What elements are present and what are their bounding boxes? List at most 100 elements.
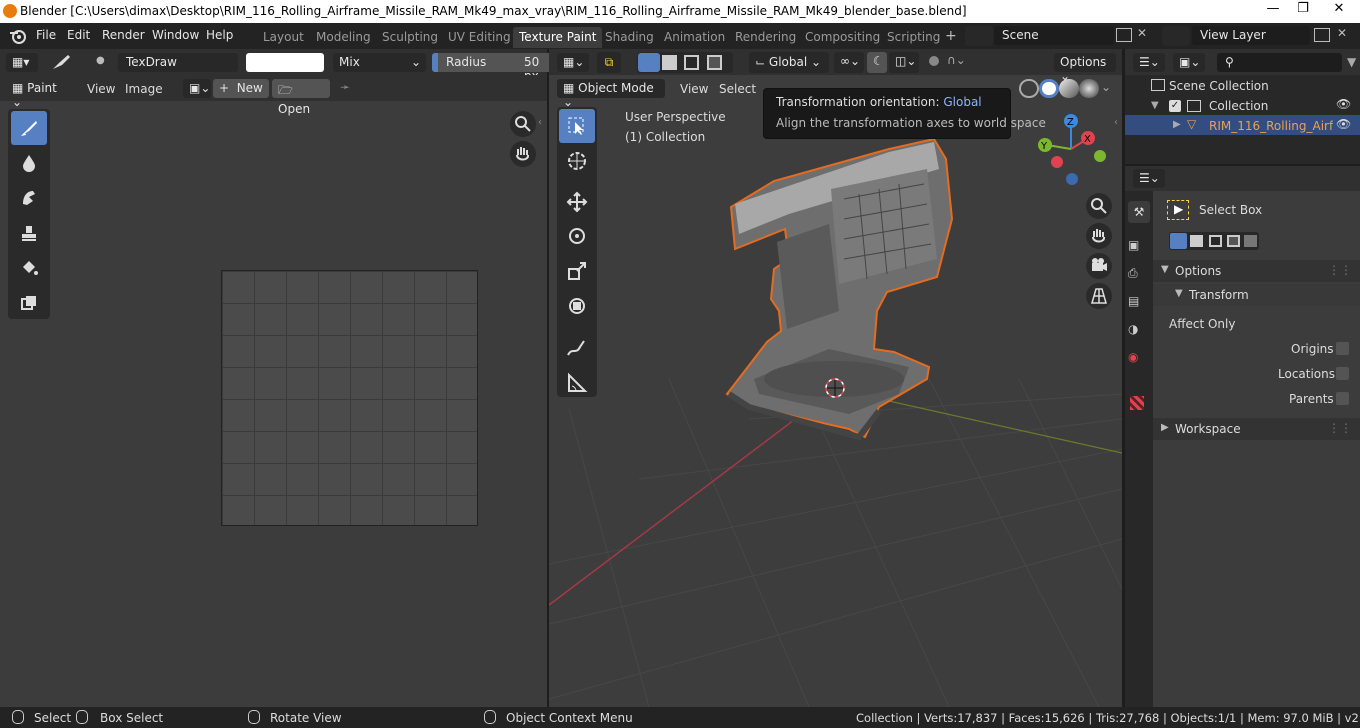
mode-new-icon[interactable] [1170,233,1187,249]
locations-checkbox[interactable] [1336,367,1349,380]
move-tool-icon[interactable] [559,185,595,219]
select-tool-header-icon[interactable]: ⧉ [597,52,621,73]
blender-menu-icon[interactable] [8,27,28,45]
mode-extend-icon[interactable] [1190,235,1203,247]
viewport-select-menu[interactable]: Select [719,82,756,96]
tab-scripting[interactable]: Scripting [881,27,946,48]
tab-texture-paint[interactable]: Texture Paint [513,27,603,48]
options-panel-header[interactable]: ▼ Options ⋮⋮ [1153,260,1360,282]
perspective-toggle-icon[interactable] [1086,283,1112,309]
select-mode-extend-icon[interactable] [662,55,677,70]
falloff-icon[interactable]: ∩⌄ [947,53,966,67]
pivot-point-icon[interactable]: ∞⌄ [834,52,864,73]
tab-animation[interactable]: Animation [658,27,731,48]
clone-tool-icon[interactable] [11,216,47,250]
add-workspace-icon[interactable]: + [945,28,957,44]
origins-checkbox[interactable] [1336,342,1349,355]
render-tab-icon[interactable]: ▣ [1128,238,1139,252]
tab-compositing[interactable]: Compositing [799,27,886,48]
tab-rendering[interactable]: Rendering [729,27,802,48]
tab-layout[interactable]: Layout [257,27,310,48]
tab-uv-editing[interactable]: UV Editing [442,27,517,48]
proportional-edit-icon[interactable] [929,56,939,66]
smear-tool-icon[interactable] [11,181,47,215]
3d-viewport[interactable]: ▦⌄ ⧉ ⌙ Global ⌄ ∞⌄ ☾ ◫⌄ ∩⌄ Options ⌄ ▦ O… [549,49,1122,707]
open-image-button[interactable]: 🗁 Open [272,79,330,116]
tab-modeling[interactable]: Modeling [310,27,377,48]
brush-color-swatch[interactable] [246,53,324,72]
orientation-dropdown[interactable]: ⌙ Global ⌄ [749,52,829,73]
viewport-pan-icon[interactable] [1086,223,1112,249]
menu-edit[interactable]: Edit [67,28,90,42]
menu-file[interactable]: File [36,28,56,42]
annotate-tool-icon[interactable] [559,331,595,365]
viewport-zoom-icon[interactable] [1086,193,1112,219]
collection-label[interactable]: Collection [1209,99,1268,113]
draw-tool-icon[interactable] [11,111,47,145]
paint-menu[interactable]: ▦ Paint ⌄ [6,79,72,109]
new-view-layer-icon[interactable] [1314,28,1330,42]
world-tab-icon[interactable]: ◉ [1128,350,1138,364]
viewport-sidebar-toggle-icon[interactable]: ‹ [1114,117,1118,128]
brush-name-field[interactable]: TexDraw [118,53,238,72]
texture-tab-icon[interactable] [1130,396,1144,410]
snap-target-icon[interactable]: ◫⌄ [889,52,919,73]
tab-shading[interactable]: Shading [599,27,660,48]
new-scene-icon[interactable] [1116,28,1132,42]
camera-view-icon[interactable] [1086,253,1112,279]
scene-browse-icon[interactable] [965,26,993,46]
outliner-editor-type-icon[interactable]: ☰⌄ [1133,53,1165,72]
scene-tab-icon[interactable]: ◑ [1128,322,1138,336]
workspace-drag-handle-icon[interactable]: ⋮⋮ [1328,421,1352,435]
wireframe-shading-icon[interactable] [1019,79,1039,98]
output-tab-icon[interactable]: ⎙ [1128,266,1138,281]
soften-tool-icon[interactable] [11,146,47,180]
drag-handle-icon[interactable]: ⋮⋮ [1328,263,1352,277]
view-menu[interactable]: View [87,82,115,96]
parents-checkbox[interactable] [1336,392,1349,405]
select-mode-invert-icon[interactable] [707,55,722,70]
radius-slider[interactable]: Radius50 px [432,53,552,83]
editor-type-icon[interactable]: ▦▾ [6,53,38,72]
object-label[interactable]: RIM_116_Rolling_Airfran [1209,119,1333,133]
outliner-search-input[interactable]: ⚲ [1217,53,1342,72]
snap-toggle-icon[interactable]: ☾ [867,52,887,73]
mode-intersect-icon[interactable] [1244,235,1257,247]
view-layer-browse-icon[interactable] [1162,26,1190,46]
mask-tool-icon[interactable] [11,286,47,320]
properties-editor-type-icon[interactable]: ☰⌄ [1133,169,1165,188]
pan-hand-icon[interactable] [510,141,536,167]
delete-view-layer-icon[interactable]: ✕ [1337,26,1347,40]
viewport-editor-type-icon[interactable]: ▦⌄ [557,53,589,72]
delete-scene-icon[interactable]: ✕ [1137,26,1147,40]
view-layer-tab-icon[interactable]: ▤ [1128,294,1139,308]
measure-tool-icon[interactable] [559,366,595,400]
object-expand-icon[interactable]: ▶ [1173,119,1181,130]
scene-name-field[interactable]: Scene [994,26,1114,45]
close-icon[interactable]: ✕ [1318,0,1360,20]
menu-render[interactable]: Render [102,28,145,42]
image-canvas[interactable] [221,270,478,526]
tool-tab-icon[interactable]: ⚒ [1128,201,1150,223]
select-box-tool-icon[interactable] [559,109,595,143]
zoom-icon[interactable] [510,111,536,137]
image-browse-icon[interactable]: ▣⌄ [183,79,211,98]
shading-options-icon[interactable]: ⌄ [1101,80,1111,94]
menu-help[interactable]: Help [206,28,233,42]
workspace-panel-header[interactable]: ▶ Workspace ⋮⋮ [1153,418,1360,440]
solid-shading-icon[interactable] [1039,79,1059,98]
rendered-shading-icon[interactable] [1079,79,1099,98]
cursor-tool-icon[interactable] [559,144,595,178]
blend-mode-dropdown[interactable]: Mix ⌄ [333,53,426,72]
collection-checkbox[interactable]: ✓ [1169,100,1181,112]
pin-icon[interactable]: ➛ [340,80,350,94]
brush-browse-icon[interactable]: ● [96,55,105,66]
select-mode-new-icon[interactable] [638,53,660,72]
transform-tool-icon[interactable] [559,289,595,323]
object-mode-dropdown[interactable]: ▦ Object Mode ⌄ [557,79,665,109]
display-mode-icon[interactable]: ▣⌄ [1173,53,1205,72]
sidebar-toggle-icon[interactable]: ‹ [538,117,542,128]
rotate-tool-icon[interactable] [559,219,595,253]
scene-collection-label[interactable]: Scene Collection [1169,79,1269,93]
mode-subtract-icon[interactable] [1209,235,1222,247]
